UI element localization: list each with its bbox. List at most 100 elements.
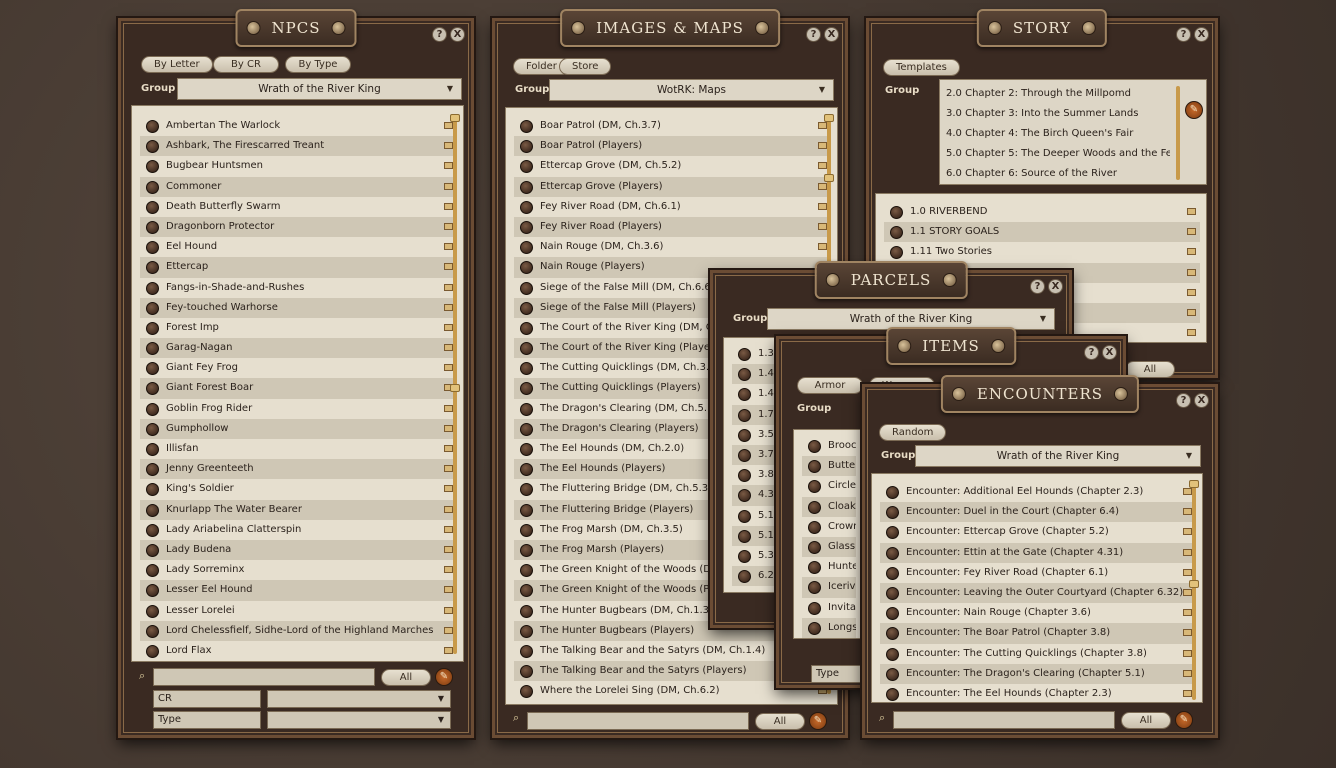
record-link-icon[interactable]: [808, 501, 821, 514]
list-item[interactable]: Bugbear Huntsmen: [140, 156, 457, 176]
list-item[interactable]: 5.3: [732, 546, 776, 566]
list-item[interactable]: Encounter: Leaving the Outer Courtyard (…: [880, 583, 1196, 603]
story-group-item[interactable]: 5.0 Chapter 5: The Deeper Woods and the …: [940, 144, 1170, 164]
list-item[interactable]: Encounter: Nain Rouge (Chapter 3.6): [880, 603, 1196, 623]
book-icon[interactable]: [1187, 269, 1196, 276]
book-icon[interactable]: [444, 465, 453, 472]
record-link-icon[interactable]: [890, 246, 903, 259]
list-item[interactable]: 1.1 STORY GOALS: [884, 222, 1200, 242]
list-item[interactable]: Death Butterfly Swarm: [140, 197, 457, 217]
book-icon[interactable]: [1183, 508, 1192, 515]
edit-icon[interactable]: ✎: [1185, 101, 1203, 119]
record-link-icon[interactable]: [146, 544, 159, 557]
book-icon[interactable]: [1187, 228, 1196, 235]
record-link-icon[interactable]: [738, 348, 751, 361]
record-link-icon[interactable]: [146, 524, 159, 537]
list-item[interactable]: 3.8: [732, 465, 776, 485]
story-group-list[interactable]: 2.0 Chapter 2: Through the Millpomd3.0 C…: [939, 79, 1207, 185]
list-item[interactable]: Encounter: Duel in the Court (Chapter 6.…: [880, 502, 1196, 522]
tab-by-letter[interactable]: By Letter: [141, 56, 213, 73]
book-icon[interactable]: [1183, 650, 1192, 657]
list-item[interactable]: Encounter: The Dragon's Clearing (Chapte…: [880, 664, 1196, 684]
list-item[interactable]: Illisfan: [140, 439, 457, 459]
record-link-icon[interactable]: [146, 645, 159, 658]
book-icon[interactable]: [1183, 549, 1192, 556]
book-icon[interactable]: [1183, 569, 1192, 576]
record-link-icon[interactable]: [886, 668, 899, 681]
list-item[interactable]: Encounter: Fey River Road (Chapter 6.1): [880, 563, 1196, 583]
book-icon[interactable]: [444, 647, 453, 654]
record-link-icon[interactable]: [520, 302, 533, 315]
tab-by-cr[interactable]: By CR: [213, 56, 279, 73]
record-link-icon[interactable]: [146, 382, 159, 395]
book-icon[interactable]: [1187, 208, 1196, 215]
record-link-icon[interactable]: [146, 403, 159, 416]
list-item[interactable]: Lesser Eel Hound: [140, 580, 457, 600]
record-link-icon[interactable]: [146, 282, 159, 295]
book-icon[interactable]: [444, 566, 453, 573]
list-item[interactable]: 6.2: [732, 566, 776, 586]
help-icon[interactable]: ?: [1084, 345, 1099, 360]
list-item[interactable]: Ettercap: [140, 257, 457, 277]
all-button[interactable]: All: [1121, 712, 1171, 729]
book-icon[interactable]: [444, 627, 453, 634]
record-link-icon[interactable]: [520, 221, 533, 234]
book-icon[interactable]: [444, 364, 453, 371]
story-group-item[interactable]: 4.0 Chapter 4: The Birch Queen's Fair: [940, 124, 1170, 144]
list-item[interactable]: Iceriver: [802, 577, 856, 597]
record-link-icon[interactable]: [520, 524, 533, 537]
record-link-icon[interactable]: [808, 521, 821, 534]
list-item[interactable]: Fey River Road (DM, Ch.6.1): [514, 197, 831, 217]
book-icon[interactable]: [1187, 289, 1196, 296]
list-item[interactable]: Ettercap Grove (Players): [514, 177, 831, 197]
list-item[interactable]: Eel Hound: [140, 237, 457, 257]
book-icon[interactable]: [444, 162, 453, 169]
record-link-icon[interactable]: [886, 567, 899, 580]
record-link-icon[interactable]: [146, 584, 159, 597]
record-link-icon[interactable]: [886, 486, 899, 499]
book-icon[interactable]: [818, 183, 827, 190]
record-link-icon[interactable]: [146, 201, 159, 214]
list-item[interactable]: Fey-touched Warhorse: [140, 298, 457, 318]
book-icon[interactable]: [444, 183, 453, 190]
record-link-icon[interactable]: [886, 506, 899, 519]
record-link-icon[interactable]: [146, 443, 159, 456]
list-item[interactable]: Gumphollow: [140, 419, 457, 439]
book-icon[interactable]: [444, 284, 453, 291]
list-item[interactable]: Giant Fey Frog: [140, 358, 457, 378]
record-link-icon[interactable]: [738, 469, 751, 482]
record-link-icon[interactable]: [886, 547, 899, 560]
list-item[interactable]: Boar Patrol (Players): [514, 136, 831, 156]
book-icon[interactable]: [444, 546, 453, 553]
record-link-icon[interactable]: [520, 342, 533, 355]
record-link-icon[interactable]: [520, 140, 533, 153]
record-link-icon[interactable]: [886, 607, 899, 620]
list-item[interactable]: 1.7: [732, 405, 776, 425]
record-link-icon[interactable]: [520, 625, 533, 638]
record-link-icon[interactable]: [738, 368, 751, 381]
list-item[interactable]: Lord Chelessfielf, Sidhe-Lord of the Hig…: [140, 621, 457, 641]
book-icon[interactable]: [818, 223, 827, 230]
record-link-icon[interactable]: [808, 602, 821, 615]
record-link-icon[interactable]: [146, 483, 159, 496]
record-link-icon[interactable]: [520, 160, 533, 173]
list-item[interactable]: Fangs-in-Shade-and-Rushes: [140, 278, 457, 298]
record-link-icon[interactable]: [808, 460, 821, 473]
book-icon[interactable]: [1183, 670, 1192, 677]
book-icon[interactable]: [818, 203, 827, 210]
tab-store[interactable]: Store: [559, 58, 611, 75]
list-item[interactable]: Ashbark, The Firescarred Treant: [140, 136, 457, 156]
record-link-icon[interactable]: [886, 526, 899, 539]
record-link-icon[interactable]: [146, 221, 159, 234]
book-icon[interactable]: [444, 445, 453, 452]
book-icon[interactable]: [444, 243, 453, 250]
record-link-icon[interactable]: [146, 625, 159, 638]
edit-icon[interactable]: ✎: [809, 712, 827, 730]
book-icon[interactable]: [818, 162, 827, 169]
book-icon[interactable]: [1183, 609, 1192, 616]
record-link-icon[interactable]: [738, 449, 751, 462]
record-link-icon[interactable]: [738, 409, 751, 422]
list-item[interactable]: King's Soldier: [140, 479, 457, 499]
book-icon[interactable]: [1187, 248, 1196, 255]
help-icon[interactable]: ?: [1030, 279, 1045, 294]
